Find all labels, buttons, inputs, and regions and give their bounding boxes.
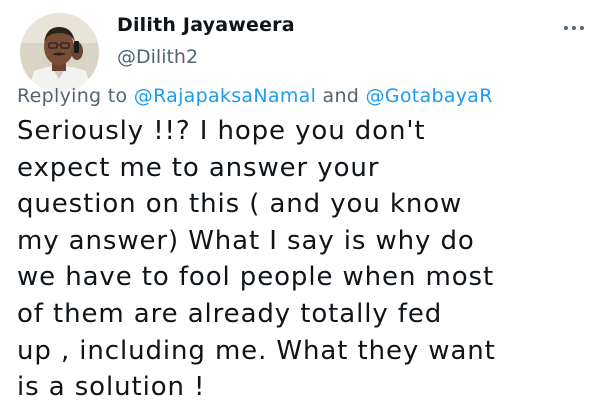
tweet-text-line: my answer) What I say is why do (17, 225, 475, 256)
ellipsis-icon (580, 26, 584, 30)
ellipsis-icon (572, 26, 576, 30)
avatar[interactable] (20, 13, 99, 92)
tweet: Dilith Jayaweera @Dilith2 Replying to @R… (0, 0, 600, 400)
mention-link[interactable]: @GotabayaR (366, 85, 493, 107)
tweet-text-line: of them are already totally fed (17, 298, 443, 329)
author-handle[interactable]: @Dilith2 (117, 46, 198, 68)
more-options-button[interactable] (556, 14, 592, 42)
ellipsis-icon (564, 26, 568, 30)
reply-context: Replying to @RajapaksaNamal and @Gotabay… (17, 85, 493, 107)
tweet-text: Seriously !!? I hope you don't expect me… (17, 113, 600, 400)
mention-link[interactable]: @RajapaksaNamal (134, 85, 316, 107)
tweet-text-line: question on this ( and you know (17, 189, 463, 220)
author-display-name[interactable]: Dilith Jayaweera (117, 14, 295, 36)
tweet-text-line: is a solution ! (17, 372, 206, 400)
avatar-photo (20, 13, 99, 92)
tweet-text-line: expect me to answer your (17, 152, 380, 183)
reply-conjunction: and (322, 85, 360, 107)
reply-prefix: Replying to (17, 85, 128, 107)
tweet-text-line: we have to fool people when most (17, 262, 495, 293)
tweet-text-line: Seriously !!? I hope you don't (17, 116, 426, 146)
tweet-text-line: up , including me. What they want (17, 335, 496, 366)
